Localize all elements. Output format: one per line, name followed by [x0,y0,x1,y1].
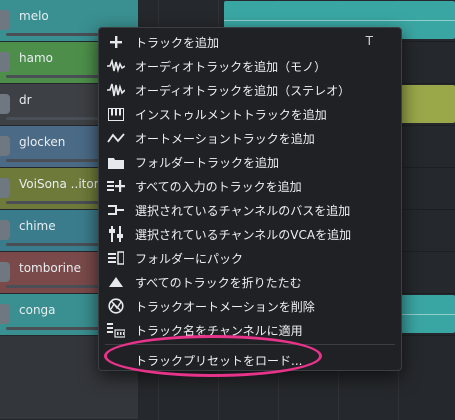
audio-stereo-icon [107,82,125,98]
track-handle[interactable] [0,304,10,324]
menu-item-label: 選択されているチャンネルのバスを追加 [135,204,351,218]
track-handle[interactable] [0,136,10,156]
menu-item-add-folder[interactable]: フォルダートラックを追加 [99,150,401,174]
remove-automation-icon [107,298,125,314]
menu-item-add-track[interactable]: トラックを追加 T [99,30,401,54]
track-handle[interactable] [0,52,10,72]
bus-icon [107,202,125,218]
track-handle[interactable] [0,94,10,114]
menu-item-collapse-all[interactable]: すべてのトラックを折りたたむ [99,270,401,294]
menu-item-label: 選択されているチャンネルのVCAを追加 [135,228,352,242]
menu-item-pack-folder[interactable]: フォルダーにパック [99,246,401,270]
piano-keys-icon [107,106,125,122]
collapse-triangle-icon [107,274,125,290]
track-handle[interactable] [0,262,10,282]
menu-item-label: オーディオトラックを追加（ステレオ） [135,84,351,98]
track-handle[interactable] [0,10,10,30]
folder-icon [107,154,125,170]
menu-item-add-all-inputs[interactable]: すべての入力のトラックを追加 [99,174,401,198]
menu-item-add-instrument[interactable]: インストゥルメントトラックを追加 [99,102,401,126]
clip-waveform [224,20,455,21]
track-handle[interactable] [0,178,10,198]
menu-item-label: すべての入力のトラックを追加 [135,180,302,194]
menu-item-label: トラックを追加 [135,36,220,50]
audio-mono-icon [107,58,125,74]
track-handle[interactable] [0,220,10,240]
vca-icon [107,226,125,242]
plus-icon [107,34,125,50]
menu-item-label: オーディオトラックを追加（モノ） [135,60,327,74]
menu-item-add-bus[interactable]: 選択されているチャンネルのバスを追加 [99,198,401,222]
menu-item-add-automation[interactable]: オートメーショントラックを追加 [99,126,401,150]
menu-item-label: トラックオートメーションを削除 [135,300,315,314]
add-all-inputs-icon [107,178,125,194]
menu-item-add-audio-mono[interactable]: オーディオトラックを追加（モノ） [99,54,401,78]
menu-item-remove-automation[interactable]: トラックオートメーションを削除 [99,294,401,318]
audio-clip[interactable] [400,85,455,123]
menu-item-label: すべてのトラックを折りたたむ [135,276,302,290]
automation-curve-icon [107,130,125,146]
audio-clip[interactable] [400,295,455,333]
menu-item-label: インストゥルメントトラックを追加 [135,108,327,122]
pack-folder-icon [107,250,125,266]
menu-item-label: フォルダーにパック [135,252,244,266]
menu-item-label: フォルダートラックを追加 [135,156,280,170]
clip-waveform [400,314,455,315]
menu-item-add-audio-stereo[interactable]: オーディオトラックを追加（ステレオ） [99,78,401,102]
highlight-annotation [104,335,322,377]
menu-item-label: オートメーショントラックを追加 [135,132,315,146]
track-name: melo [19,9,49,23]
add-track-context-menu: トラックを追加 T オーディオトラックを追加（モノ） オーディオトラックを追加（… [98,27,402,371]
menu-item-add-vca[interactable]: 選択されているチャンネルのVCAを追加 [99,222,401,246]
apply-names-icon [107,322,125,338]
menu-item-shortcut: T [365,34,373,48]
